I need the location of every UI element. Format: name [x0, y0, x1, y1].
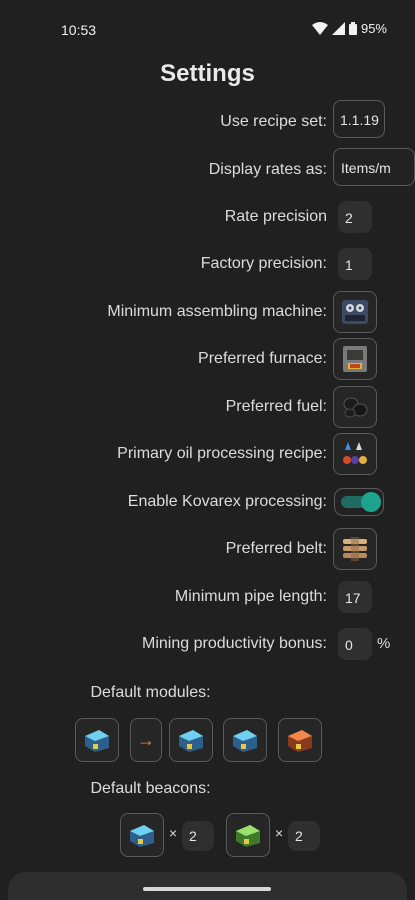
productivity-module-icon	[288, 730, 312, 752]
setting-belt: Preferred belt:	[0, 528, 415, 570]
mining-unit: %	[377, 635, 391, 652]
fuel-button[interactable]	[333, 386, 377, 428]
setting-rate-precision: Rate precision 2	[0, 199, 415, 235]
default-modules-label: Default modules:	[90, 684, 211, 701]
default-beacons-label: Default beacons:	[90, 780, 211, 797]
speed-module-icon	[233, 730, 257, 752]
fuel-label: Preferred fuel:	[225, 398, 327, 415]
setting-pipe: Minimum pipe length: 17	[0, 579, 415, 615]
transport-belt-icon	[343, 537, 367, 561]
beacon-times-2: ×	[275, 825, 284, 841]
rate-precision-label: Rate precision	[224, 208, 327, 225]
pipe-label: Minimum pipe length:	[174, 588, 327, 605]
furnace-button[interactable]	[333, 338, 377, 380]
status-bar: 10:53 95%	[0, 0, 415, 60]
gesture-handle[interactable]	[143, 887, 271, 891]
display-rates-select[interactable]: Items/m	[333, 148, 415, 186]
setting-min-assembler: Minimum assembling machine:	[0, 291, 415, 333]
recipe-set-label: Use recipe set:	[220, 113, 327, 130]
beacon-times-1: ×	[169, 825, 178, 841]
min-assembler-label: Minimum assembling machine:	[107, 303, 327, 320]
wifi-icon	[311, 22, 328, 35]
pipe-length-input[interactable]: 17	[338, 581, 372, 613]
page-title: Settings	[160, 60, 255, 87]
mining-bonus-input[interactable]: 0	[338, 628, 372, 660]
oil-button[interactable]	[333, 433, 377, 475]
min-assembler-button[interactable]	[333, 291, 377, 333]
oil-processing-icon	[343, 442, 367, 464]
default-module-min[interactable]	[75, 718, 119, 762]
default-module-3[interactable]	[278, 718, 322, 762]
belt-button[interactable]	[333, 528, 377, 570]
speed-module-icon	[130, 825, 154, 847]
default-module-2[interactable]	[223, 718, 267, 762]
mining-label: Mining productivity bonus:	[142, 635, 327, 652]
oil-label: Primary oil processing recipe:	[117, 445, 327, 462]
setting-recipe-set: Use recipe set: 1.1.19	[0, 100, 415, 140]
setting-display-rates: Display rates as: Items/m	[0, 148, 415, 188]
status-icons: 95%	[311, 21, 387, 36]
assembling-machine-icon	[342, 300, 368, 324]
status-time: 10:53	[61, 22, 97, 38]
speed-module-icon	[85, 730, 109, 752]
rate-precision-input[interactable]: 2	[338, 201, 372, 233]
setting-kovarex: Enable Kovarex processing:	[0, 484, 415, 520]
recipe-set-select[interactable]: 1.1.19	[333, 100, 385, 138]
beacon-count-1[interactable]: 2	[182, 821, 214, 851]
speed-module-icon	[179, 730, 203, 752]
battery-percent: 95%	[360, 21, 387, 36]
efficiency-module-icon	[236, 825, 260, 847]
signal-icon	[331, 22, 345, 35]
coal-icon	[343, 397, 368, 418]
setting-factory-precision: Factory precision: 1	[0, 246, 415, 282]
setting-mining: Mining productivity bonus: 0 %	[0, 626, 415, 662]
default-module-1[interactable]	[169, 718, 213, 762]
electric-furnace-icon	[343, 346, 367, 372]
kovarex-toggle[interactable]	[334, 488, 384, 516]
belt-label: Preferred belt:	[225, 540, 327, 557]
beacon-module-2[interactable]	[226, 813, 270, 857]
setting-fuel: Preferred fuel:	[0, 386, 415, 428]
beacon-count-2[interactable]: 2	[288, 821, 320, 851]
battery-icon	[348, 22, 357, 35]
module-arrow: →	[130, 718, 162, 762]
factory-precision-label: Factory precision:	[200, 255, 327, 272]
beacon-module-1[interactable]	[120, 813, 164, 857]
setting-furnace: Preferred furnace:	[0, 338, 415, 380]
toggle-knob	[361, 492, 381, 512]
setting-oil: Primary oil processing recipe:	[0, 433, 415, 475]
furnace-label: Preferred furnace:	[198, 350, 327, 367]
display-rates-label: Display rates as:	[208, 161, 327, 178]
factory-precision-input[interactable]: 1	[338, 248, 372, 280]
bottom-sheet[interactable]	[8, 872, 407, 900]
kovarex-label: Enable Kovarex processing:	[127, 493, 327, 510]
